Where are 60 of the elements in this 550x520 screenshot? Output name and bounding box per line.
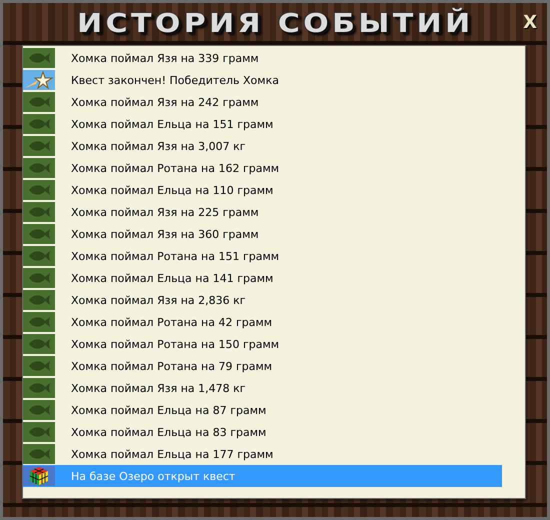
fish-icon	[27, 184, 51, 196]
fish-icon	[27, 448, 51, 460]
event-row[interactable]: Хомка поймал Ротана на 42 грамм	[23, 311, 502, 333]
event-row[interactable]: Хомка поймал Язя на 225 грамм	[23, 201, 502, 223]
event-text: Хомка поймал Ротана на 79 грамм	[71, 360, 272, 372]
event-row[interactable]: Хомка поймал Язя на 339 грамм	[23, 47, 502, 69]
event-row[interactable]: Квест закончен! Победитель Хомка	[23, 69, 502, 91]
window-title: ИСТОРИЯ СОБЫТИЙ	[76, 9, 474, 39]
fish-icon	[27, 338, 51, 350]
fish-icon	[27, 162, 51, 174]
event-row[interactable]: Хомка поймал Ельца на 141 грамм	[23, 267, 502, 289]
event-text: Хомка поймал Язя на 339 грамм	[71, 52, 259, 64]
fish-icon	[27, 52, 51, 64]
event-text: Хомка поймал Ельца на 110 грамм	[71, 184, 274, 196]
event-text: Хомка поймал Ельца на 87 грамм	[71, 404, 266, 416]
event-text: Хомка поймал Ротана на 42 грамм	[71, 316, 272, 328]
event-text: Хомка поймал Ельца на 141 грамм	[71, 272, 274, 284]
event-row[interactable]: Хомка поймал Ротана на 150 грамм	[23, 333, 502, 355]
event-row[interactable]: Хомка поймал Язя на 2,836 кг	[23, 289, 502, 311]
fish-icon	[27, 360, 51, 372]
fish-icon	[27, 404, 51, 416]
fish-icon	[27, 140, 51, 152]
event-row[interactable]: Хомка поймал Ельца на 151 грамм	[23, 113, 502, 135]
fish-icon	[27, 118, 51, 130]
event-text: Хомка поймал Язя на 2,836 кг	[71, 294, 246, 306]
fish-icon	[27, 228, 51, 240]
event-row[interactable]: Хомка поймал Язя на 3,007 кг	[23, 135, 502, 157]
event-text: Хомка поймал Ротана на 150 грамм	[71, 338, 280, 350]
event-row[interactable]: Хомка поймал Ротана на 151 грамм	[23, 245, 502, 267]
fish-icon	[27, 294, 51, 306]
event-row[interactable]: Хомка поймал Ротана на 79 грамм	[23, 355, 502, 377]
event-text: Хомка поймал Ротана на 162 грамм	[71, 162, 280, 174]
fish-icon	[27, 206, 51, 218]
event-text: Хомка поймал Язя на 3,007 кг	[71, 140, 246, 152]
event-row[interactable]: Хомка поймал Ельца на 177 грамм	[23, 443, 502, 465]
event-row[interactable]: Хомка поймал Язя на 360 грамм	[23, 223, 502, 245]
event-text: Квест закончен! Победитель Хомка	[71, 74, 279, 86]
fish-icon	[27, 316, 51, 328]
event-text: Хомка поймал Ельца на 177 грамм	[71, 448, 274, 460]
event-row[interactable]: Хомка поймал Ельца на 87 грамм	[23, 399, 502, 421]
fish-icon	[27, 382, 51, 394]
event-text: Хомка поймал Язя на 1,478 кг	[71, 382, 246, 394]
event-text: Хомка поймал Язя на 242 грамм	[71, 96, 259, 108]
fish-icon	[27, 426, 51, 438]
event-text: Хомка поймал Язя на 360 грамм	[71, 228, 259, 240]
fish-icon	[27, 250, 51, 262]
event-text: Хомка поймал Язя на 225 грамм	[71, 206, 259, 218]
fish-icon	[27, 96, 51, 108]
cube-icon	[29, 466, 49, 486]
event-row[interactable]: Хомка поймал Ротана на 162 грамм	[23, 157, 502, 179]
event-row[interactable]: Хомка поймал Язя на 1,478 кг	[23, 377, 502, 399]
event-row[interactable]: Хомка поймал Язя на 242 грамм	[23, 91, 502, 113]
event-text: Хомка поймал Ельца на 83 грамм	[71, 426, 266, 438]
event-text: Хомка поймал Ротана на 151 грамм	[71, 250, 280, 262]
event-row[interactable]: Хомка поймал Ельца на 83 грамм	[23, 421, 502, 443]
close-button[interactable]: X	[521, 12, 539, 33]
event-text: Хомка поймал Ельца на 151 грамм	[71, 118, 274, 130]
event-row[interactable]: Хомка поймал Ельца на 110 грамм	[23, 179, 502, 201]
event-text: На базе Озеро открыт квест	[71, 470, 236, 482]
fish-icon	[27, 272, 51, 284]
